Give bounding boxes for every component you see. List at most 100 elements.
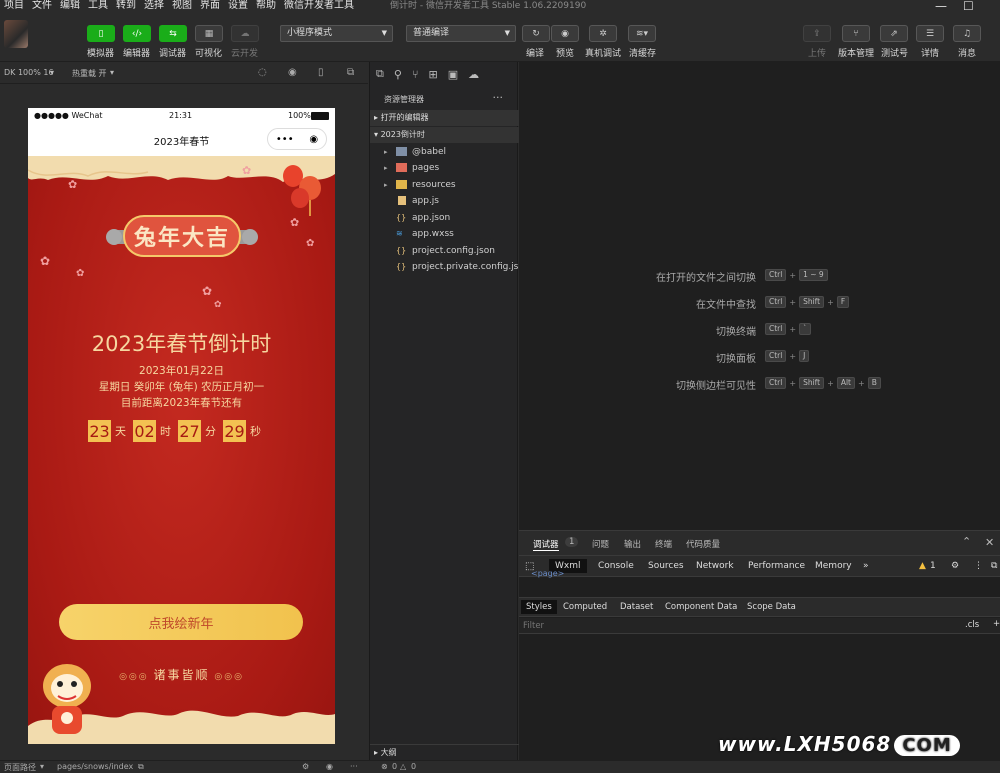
tab-scope-data[interactable]: Scope Data (747, 602, 796, 612)
test-account-button[interactable]: ⇗ (880, 25, 908, 42)
simulator-label: 模拟器 (87, 49, 115, 59)
filter-input[interactable] (523, 619, 955, 632)
tab-memory[interactable]: Memory (815, 561, 852, 571)
chevron-right-icon: ▸ (384, 181, 388, 189)
menu-item-ui[interactable]: 界面 (196, 0, 224, 12)
search-icon[interactable]: ⚲ (394, 68, 402, 81)
simulator-button[interactable]: ▯ (87, 25, 115, 42)
test-account-label: 测试号 (881, 49, 909, 59)
close-icon[interactable]: ✕ (985, 536, 994, 549)
gear-icon[interactable]: ⚙ (951, 561, 959, 571)
key-cap: Ctrl (765, 269, 787, 281)
tab-output[interactable]: 输出 (624, 538, 641, 550)
tab-network[interactable]: Network (696, 561, 734, 571)
tab-styles[interactable]: Styles (521, 600, 557, 614)
tab-console[interactable]: Console (598, 561, 634, 571)
chevron-up-icon[interactable]: ⌃ (962, 535, 971, 548)
countdown-unit: 天 (115, 425, 126, 438)
remote-debug-button[interactable]: ✲ (589, 25, 617, 42)
mode-select[interactable]: 小程序模式 ▼ (280, 25, 393, 42)
tab-terminal[interactable]: 终端 (655, 538, 672, 550)
chevron-right-icon: ▸ (384, 148, 388, 156)
settings-icon[interactable]: ⚙ (302, 762, 309, 771)
device-select[interactable]: DK 100% 16 (4, 68, 54, 77)
editor-button[interactable]: ‹/› (123, 25, 151, 42)
debugger-button[interactable]: ⇆ (159, 25, 187, 42)
menu-item-devtools[interactable]: 微信开发者工具 (280, 0, 358, 12)
eye-icon[interactable]: ◉ (326, 762, 333, 771)
more-icon[interactable]: ··· (350, 762, 358, 771)
key-cap: Alt (836, 377, 855, 389)
source-control-icon[interactable]: ⑂ (412, 68, 419, 81)
page-path-label[interactable]: 页面路径 (4, 762, 36, 773)
battery-icon (311, 112, 329, 120)
project-section[interactable]: ▾ 2023倒计时 (370, 127, 519, 143)
menu-item-select[interactable]: 选择 (140, 0, 168, 12)
wxss-file-icon: ≋ (396, 229, 403, 238)
tab-dataset[interactable]: Dataset (620, 602, 653, 612)
chevron-down-icon: ▾ (40, 762, 45, 771)
close-circle-icon[interactable]: ◉ (309, 134, 318, 145)
tree-item-label: project.private.config.js... (412, 262, 527, 272)
outline-section[interactable]: ▸ 大纲 (370, 744, 519, 760)
files-icon[interactable]: ⧉ (376, 67, 384, 81)
cls-toggle[interactable]: .cls (965, 620, 979, 630)
tab-component-data[interactable]: Component Data (665, 602, 737, 612)
messages-button[interactable]: ♫ (953, 25, 981, 42)
menu-item-view[interactable]: 视图 (168, 0, 196, 12)
menu-item-file[interactable]: 文件 (28, 0, 56, 12)
upload-button[interactable]: ⇪ (803, 25, 831, 42)
details-button[interactable]: ☰ (916, 25, 944, 42)
menu-item-edit[interactable]: 编辑 (56, 0, 84, 12)
compile-button[interactable]: ↻ (522, 25, 550, 42)
menu-item-tools[interactable]: 工具 (84, 0, 112, 12)
cloud-service-icon[interactable]: ☁ (468, 68, 479, 81)
menu-item-goto[interactable]: 转到 (112, 0, 140, 12)
rotate-icon[interactable]: ◌ (258, 67, 267, 78)
capsule-menu[interactable]: ••• ◉ (267, 128, 327, 150)
cloud-button[interactable]: ☁ (231, 25, 259, 42)
menu-item-settings[interactable]: 设置 (224, 0, 252, 12)
tab-code-quality[interactable]: 代码质量 (686, 538, 720, 550)
open-editors-section[interactable]: ▸ 打开的编辑器 (370, 110, 519, 126)
preview-button[interactable]: ◉ (551, 25, 579, 42)
draw-new-year-button[interactable]: 点我绘新年 (59, 604, 303, 640)
avatar[interactable] (4, 20, 28, 48)
key-cap: 1 ~ 9 (799, 269, 828, 281)
menu-item-project[interactable]: 项目 (0, 0, 28, 12)
tab-debugger[interactable]: 调试器 (533, 538, 559, 551)
phone-status-bar: ●●●●● WeChat 21:31 100% (28, 108, 335, 124)
version-button[interactable]: ⑂ (842, 25, 870, 42)
kebab-menu-icon[interactable]: ⋮ (974, 561, 983, 571)
maximize-icon[interactable]: ☐ (963, 0, 974, 12)
watermark: www.LXH5068 COM (718, 732, 972, 758)
until-text: 目前距离2023年春节还有 (120, 397, 243, 409)
copy-icon[interactable]: ⧉ (138, 762, 144, 772)
warning-icon[interactable]: ▲ (919, 561, 926, 571)
tab-computed[interactable]: Computed (563, 602, 607, 612)
plus-icon[interactable]: + (993, 619, 1000, 629)
tab-problems[interactable]: 问题 (592, 538, 609, 550)
extensions-icon[interactable]: ⊞ (429, 68, 438, 81)
hot-reload-toggle[interactable]: 热重载 开 (72, 68, 107, 79)
toolbar: ▯ 模拟器 ‹/› 编辑器 ⇆ 调试器 ▦ 可视化 ☁ 云开发 小程序模式 ▼ 普… (0, 12, 1000, 62)
device-icon[interactable]: ▯ (318, 67, 324, 78)
carrier: ●●●●● WeChat (34, 111, 103, 120)
more-icon[interactable]: ••• (276, 134, 294, 145)
minimize-icon[interactable]: — (935, 0, 947, 12)
tab-performance[interactable]: Performance (748, 561, 805, 571)
menu-item-help[interactable]: 帮助 (252, 0, 280, 12)
popout-icon[interactable]: ⧉ (347, 67, 354, 78)
record-icon[interactable]: ◉ (288, 67, 297, 78)
visual-button[interactable]: ▦ (195, 25, 223, 42)
dock-icon[interactable]: ⧉ (991, 561, 997, 571)
more-tabs-icon[interactable]: » (863, 561, 869, 571)
more-icon[interactable]: ··· (493, 91, 504, 104)
compile-select[interactable]: 普通编译 ▼ (406, 25, 516, 42)
clear-cache-button[interactable]: ≋▾ (628, 25, 656, 42)
blessing-label: 诸事皆顺 (153, 668, 210, 682)
page-path[interactable]: pages/snows/index (57, 762, 133, 771)
wxml-node[interactable]: <page> (531, 569, 564, 578)
window-icon[interactable]: ▣ (448, 68, 458, 81)
tab-sources[interactable]: Sources (648, 561, 684, 571)
